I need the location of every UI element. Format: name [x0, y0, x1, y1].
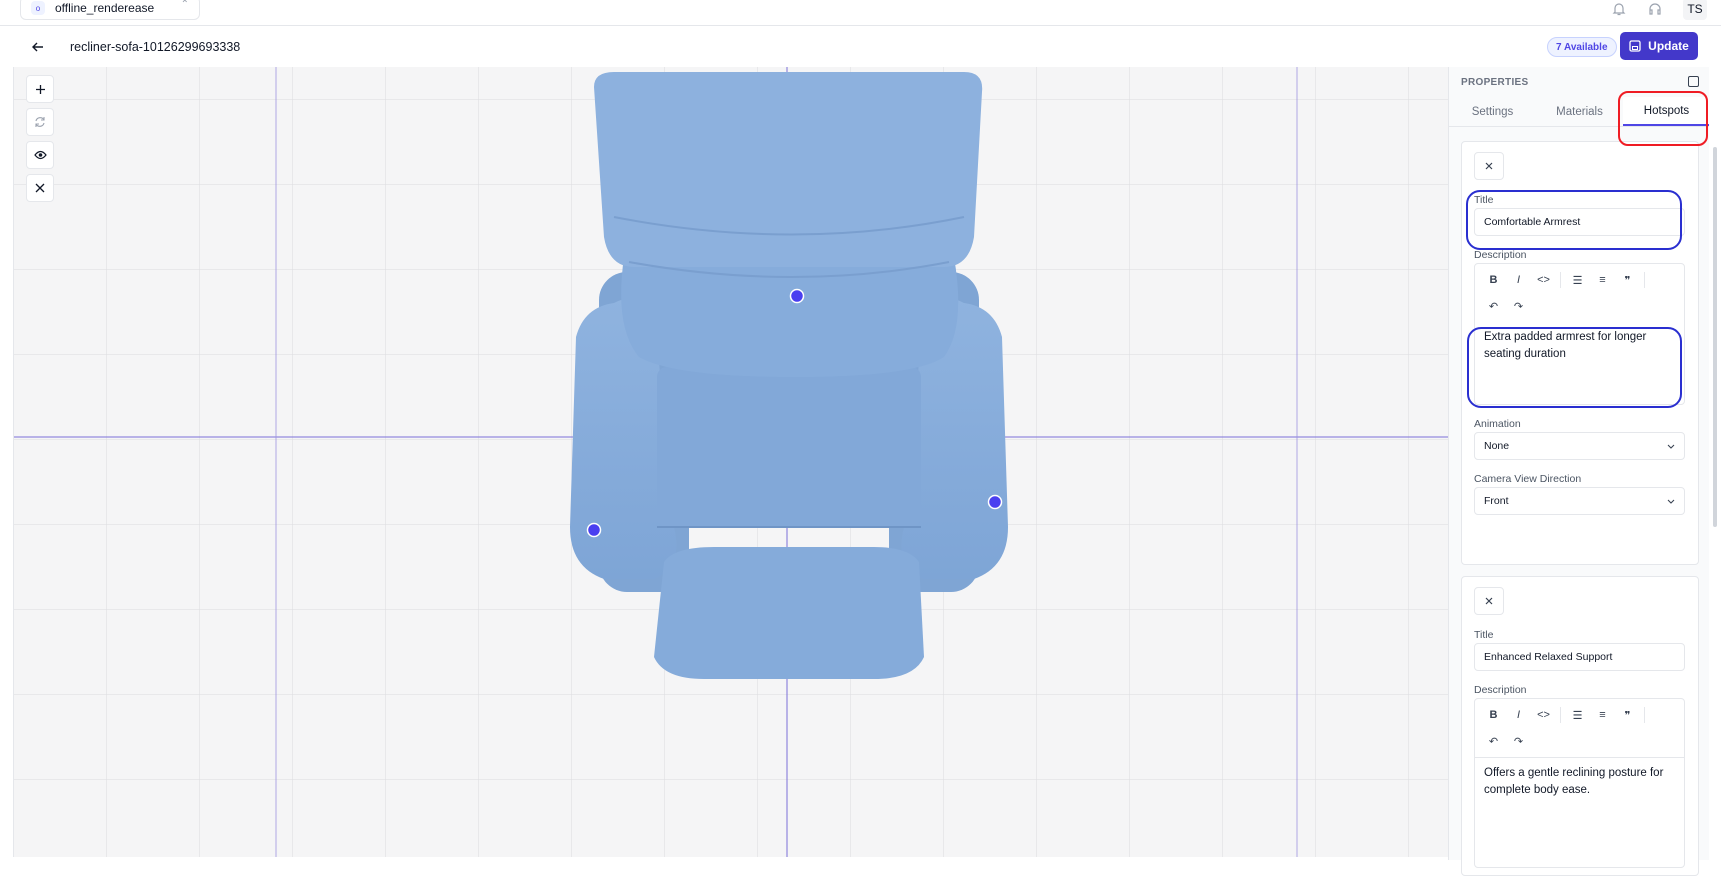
bold-icon[interactable]: B: [1481, 704, 1506, 726]
toolbar-divider: [1560, 707, 1561, 723]
title-label: Title: [1474, 629, 1494, 641]
camera-direction-select[interactable]: Front: [1474, 487, 1685, 515]
chevron-up-down-icon: ⌃: [180, 0, 189, 10]
undo-icon[interactable]: ↶: [1481, 730, 1506, 752]
tab-settings[interactable]: Settings: [1449, 97, 1536, 126]
refresh-icon: [35, 117, 45, 127]
available-badge: 7 Available: [1547, 37, 1617, 57]
scrollbar-thumb[interactable]: [1713, 147, 1717, 527]
description-label: Description: [1474, 684, 1527, 696]
chevron-down-icon: [1667, 499, 1675, 504]
description-label: Description: [1474, 249, 1527, 261]
hotspot-card: Title Enhanced Relaxed Support Descripti…: [1461, 576, 1699, 876]
ordered-list-icon[interactable]: ≡: [1590, 704, 1615, 726]
page-title: recliner-sofa-10126299693338: [70, 40, 241, 54]
editor-toolbar-row-2: ↶ ↷: [1475, 293, 1531, 319]
camera-direction-label: Camera View Direction: [1474, 473, 1582, 485]
workspace-name: offline_renderease: [55, 1, 155, 15]
annotation-highlight-blue: [1467, 327, 1682, 408]
headset-icon[interactable]: [1647, 1, 1663, 17]
model-viewer[interactable]: [13, 67, 1448, 857]
reset-view-button[interactable]: [26, 108, 54, 136]
hotspot-marker[interactable]: [789, 288, 805, 304]
add-button[interactable]: [26, 75, 54, 103]
quote-icon[interactable]: ❞: [1615, 269, 1640, 291]
remove-hotspot-button[interactable]: [1474, 587, 1504, 615]
bullet-list-icon[interactable]: ☰: [1565, 704, 1590, 726]
page-header: recliner-sofa-10126299693338 7 Available…: [0, 27, 1721, 67]
bell-icon[interactable]: [1611, 1, 1627, 17]
back-button[interactable]: [28, 37, 48, 57]
description-editor[interactable]: B I <> ☰ ≡ ❞ ↶ ↷ Offers a gentle reclini…: [1474, 698, 1685, 868]
animation-select[interactable]: None: [1474, 432, 1685, 460]
visibility-button[interactable]: [26, 141, 54, 169]
undo-icon[interactable]: ↶: [1481, 295, 1506, 317]
bold-icon[interactable]: B: [1481, 269, 1506, 291]
toolbar-divider: [1644, 707, 1645, 723]
animation-label: Animation: [1474, 418, 1521, 430]
bullet-list-icon[interactable]: ☰: [1565, 269, 1590, 291]
panel-heading: PROPERTIES: [1461, 77, 1529, 88]
properties-panel: PROPERTIES Settings Materials Hotspots T…: [1448, 67, 1710, 876]
chevron-down-icon: [1667, 444, 1675, 449]
toolbar-divider: [1644, 272, 1645, 288]
update-label: Update: [1648, 39, 1689, 53]
ordered-list-icon[interactable]: ≡: [1590, 269, 1615, 291]
arrow-left-icon: [32, 42, 43, 52]
quote-icon[interactable]: ❞: [1615, 704, 1640, 726]
description-text[interactable]: Offers a gentle reclining posture for co…: [1484, 765, 1679, 799]
eye-icon: [33, 150, 47, 160]
editor-toolbar: B I <> ☰ ≡ ❞: [1475, 702, 1649, 728]
tab-materials[interactable]: Materials: [1536, 97, 1623, 126]
remove-hotspot-button[interactable]: [1474, 152, 1504, 180]
hotspot-marker[interactable]: [586, 522, 602, 538]
top-bar: o offline_renderease ⌃ TS: [0, 0, 1721, 26]
redo-icon[interactable]: ↷: [1506, 295, 1531, 317]
camera-direction-value: Front: [1484, 495, 1509, 507]
redo-icon[interactable]: ↷: [1506, 730, 1531, 752]
viewer-scene: [14, 67, 1448, 857]
editor-toolbar: B I <> ☰ ≡ ❞: [1475, 267, 1649, 293]
workspace-badge: o: [31, 1, 45, 15]
hotspot-marker[interactable]: [987, 494, 1003, 510]
top-icons: TS: [1611, 0, 1707, 20]
code-icon[interactable]: <>: [1531, 704, 1556, 726]
plus-icon: [35, 84, 45, 94]
close-viewer-button[interactable]: [26, 174, 54, 202]
panel-scrollbar[interactable]: [1709, 67, 1721, 860]
sofa-model: [570, 72, 1008, 679]
save-icon: [1629, 40, 1641, 52]
editor-toolbar-row-2: ↶ ↷: [1475, 728, 1531, 754]
close-icon: [35, 183, 45, 193]
close-icon: [1485, 597, 1493, 605]
close-icon: [1485, 162, 1493, 170]
hotspot-title-input[interactable]: Enhanced Relaxed Support: [1474, 643, 1685, 671]
annotation-highlight-blue: [1466, 190, 1682, 250]
panel-collapse-icon[interactable]: [1688, 76, 1699, 87]
code-icon[interactable]: <>: [1531, 269, 1556, 291]
workspace-select[interactable]: o offline_renderease ⌃: [20, 0, 200, 20]
italic-icon[interactable]: I: [1506, 704, 1531, 726]
animation-value: None: [1484, 440, 1510, 452]
italic-icon[interactable]: I: [1506, 269, 1531, 291]
avatar[interactable]: TS: [1683, 0, 1707, 20]
update-button[interactable]: Update: [1620, 32, 1698, 60]
annotation-highlight-red: [1618, 91, 1708, 146]
editor-divider: [1475, 757, 1684, 758]
toolbar-divider: [1560, 272, 1561, 288]
